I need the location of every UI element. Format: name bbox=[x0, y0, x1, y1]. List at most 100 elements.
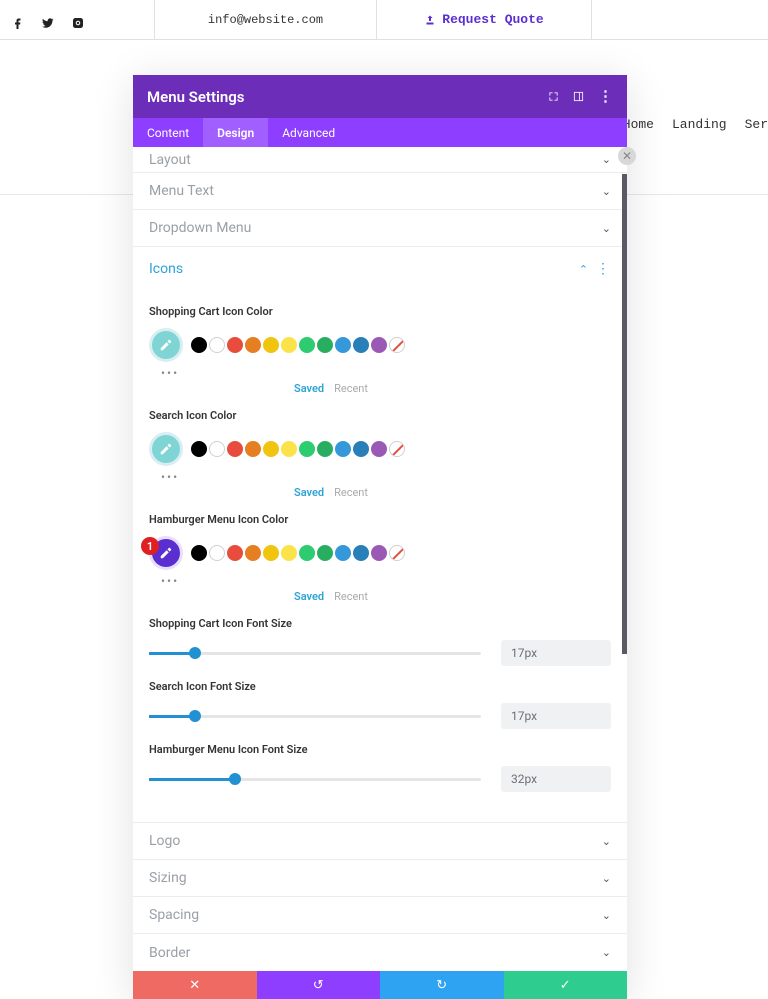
color-swatch[interactable] bbox=[263, 441, 279, 457]
picker-more-icon[interactable]: ••• bbox=[161, 574, 611, 588]
saved-tab[interactable]: Saved bbox=[294, 486, 324, 499]
cart-font-size-value[interactable]: 17px bbox=[501, 640, 611, 666]
tab-advanced[interactable]: Advanced bbox=[268, 118, 349, 147]
chevron-down-icon: ⌄ bbox=[602, 835, 611, 848]
modal-title: Menu Settings bbox=[147, 88, 245, 106]
recent-tab[interactable]: Recent bbox=[334, 486, 368, 499]
color-swatch[interactable] bbox=[209, 441, 225, 457]
section-label: Menu Text bbox=[149, 183, 214, 199]
nav-landing[interactable]: Landing bbox=[672, 117, 727, 132]
hamburger-font-size-label: Hamburger Menu Icon Font Size bbox=[149, 743, 611, 756]
color-swatch[interactable] bbox=[299, 441, 315, 457]
color-swatch[interactable] bbox=[299, 337, 315, 353]
topbar: info@website.com Request Quote bbox=[0, 0, 768, 40]
color-swatch[interactable] bbox=[209, 337, 225, 353]
color-swatch[interactable] bbox=[335, 545, 351, 561]
save-button[interactable]: ✓ bbox=[504, 971, 628, 999]
cancel-button[interactable]: ✕ bbox=[133, 971, 257, 999]
picker-more-icon[interactable]: ••• bbox=[161, 470, 611, 484]
color-swatch[interactable] bbox=[317, 545, 333, 561]
scrollbar[interactable] bbox=[622, 174, 627, 654]
color-swatch[interactable] bbox=[281, 441, 297, 457]
section-dropdown[interactable]: Dropdown Menu⌄ bbox=[133, 210, 627, 247]
nav-links: Home Landing Ser bbox=[623, 117, 768, 132]
chevron-down-icon: ⌄ bbox=[602, 185, 611, 198]
color-swatch[interactable] bbox=[371, 337, 387, 353]
color-swatch[interactable] bbox=[227, 441, 243, 457]
picker-more-icon[interactable]: ••• bbox=[161, 366, 611, 380]
hamburger-font-size-value[interactable]: 32px bbox=[501, 766, 611, 792]
section-spacing[interactable]: Spacing⌄ bbox=[133, 897, 627, 934]
section-label: Logo bbox=[149, 833, 180, 849]
color-swatch[interactable] bbox=[191, 441, 207, 457]
section-layout[interactable]: Layout⌄ bbox=[133, 147, 627, 173]
recent-tab[interactable]: Recent bbox=[334, 590, 368, 603]
topbar-email[interactable]: info@website.com bbox=[155, 0, 377, 39]
color-swatch[interactable] bbox=[317, 337, 333, 353]
nav-home[interactable]: Home bbox=[623, 117, 654, 132]
no-color-swatch[interactable] bbox=[389, 441, 405, 457]
twitter-icon[interactable] bbox=[42, 14, 54, 26]
no-color-swatch[interactable] bbox=[389, 337, 405, 353]
section-label: Layout bbox=[149, 152, 191, 168]
color-swatch[interactable] bbox=[227, 337, 243, 353]
tab-content[interactable]: Content bbox=[133, 118, 203, 147]
color-swatch[interactable] bbox=[353, 337, 369, 353]
color-swatch[interactable] bbox=[191, 545, 207, 561]
slider-thumb[interactable] bbox=[189, 710, 201, 722]
color-swatch[interactable] bbox=[209, 545, 225, 561]
color-swatch[interactable] bbox=[335, 441, 351, 457]
color-swatch[interactable] bbox=[371, 441, 387, 457]
section-icons[interactable]: Icons ⌃ ⋮ bbox=[133, 247, 627, 291]
saved-tab[interactable]: Saved bbox=[294, 382, 324, 395]
color-swatch[interactable] bbox=[353, 545, 369, 561]
undo-button[interactable]: ↺ bbox=[257, 971, 381, 999]
section-border[interactable]: Border⌄ bbox=[133, 934, 627, 971]
slider-thumb[interactable] bbox=[229, 773, 241, 785]
section-label: Sizing bbox=[149, 870, 187, 886]
color-picker-button[interactable] bbox=[149, 432, 183, 466]
color-swatch[interactable] bbox=[281, 545, 297, 561]
section-label: Dropdown Menu bbox=[149, 220, 251, 236]
request-quote-link[interactable]: Request Quote bbox=[377, 0, 592, 39]
recent-tab[interactable]: Recent bbox=[334, 382, 368, 395]
section-sizing[interactable]: Sizing⌄ bbox=[133, 860, 627, 897]
hamburger-font-size-slider[interactable] bbox=[149, 778, 481, 781]
color-picker-button[interactable] bbox=[149, 328, 183, 362]
modal-tabs: Content Design Advanced bbox=[133, 118, 627, 147]
no-color-swatch[interactable] bbox=[389, 545, 405, 561]
color-swatch[interactable] bbox=[317, 441, 333, 457]
kebab-icon[interactable]: ⋮ bbox=[598, 89, 613, 104]
color-swatch[interactable] bbox=[227, 545, 243, 561]
color-swatch[interactable] bbox=[263, 545, 279, 561]
section-logo[interactable]: Logo ⌄ bbox=[133, 823, 627, 860]
tab-design[interactable]: Design bbox=[203, 118, 268, 147]
color-swatch[interactable] bbox=[353, 441, 369, 457]
request-quote-label: Request Quote bbox=[442, 12, 543, 27]
section-label: Spacing bbox=[149, 907, 199, 923]
redo-button[interactable]: ↻ bbox=[380, 971, 504, 999]
color-swatch[interactable] bbox=[335, 337, 351, 353]
slider-thumb[interactable] bbox=[189, 647, 201, 659]
color-swatch[interactable] bbox=[281, 337, 297, 353]
search-font-size-slider[interactable] bbox=[149, 715, 481, 718]
color-swatch[interactable] bbox=[245, 545, 261, 561]
modal-header[interactable]: Menu Settings ⋮ bbox=[133, 75, 627, 118]
cart-font-size-label: Shopping Cart Icon Font Size bbox=[149, 617, 611, 630]
instagram-icon[interactable] bbox=[72, 14, 84, 26]
color-swatch[interactable] bbox=[245, 441, 261, 457]
color-swatch[interactable] bbox=[191, 337, 207, 353]
expand-icon[interactable] bbox=[548, 88, 559, 106]
snap-icon[interactable] bbox=[573, 88, 584, 106]
section-options-icon[interactable]: ⋮ bbox=[596, 261, 611, 277]
nav-services[interactable]: Ser bbox=[745, 117, 768, 132]
cart-font-size-slider[interactable] bbox=[149, 652, 481, 655]
color-swatch[interactable] bbox=[263, 337, 279, 353]
color-swatch[interactable] bbox=[245, 337, 261, 353]
color-swatch[interactable] bbox=[299, 545, 315, 561]
facebook-icon[interactable] bbox=[12, 14, 24, 26]
saved-tab[interactable]: Saved bbox=[294, 590, 324, 603]
color-swatch[interactable] bbox=[371, 545, 387, 561]
search-font-size-value[interactable]: 17px bbox=[501, 703, 611, 729]
section-menu-text[interactable]: Menu Text ⌄ bbox=[133, 173, 627, 210]
